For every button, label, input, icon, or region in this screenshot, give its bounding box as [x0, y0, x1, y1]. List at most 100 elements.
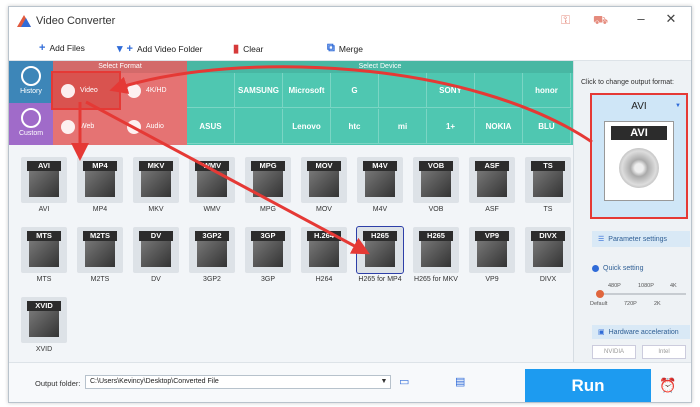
- quality-slider-knob[interactable]: [596, 290, 604, 298]
- format-thumbnail: DV: [133, 227, 179, 273]
- output-format-hint: Click to change output format:: [581, 79, 674, 86]
- hardware-acceleration-button[interactable]: ▣ Hardware acceleration: [592, 325, 690, 339]
- output-folder-path: C:\Users\Kevincy\Desktop\Converted File: [90, 378, 219, 385]
- web-format-tab[interactable]: Web: [53, 109, 119, 144]
- speaker-icon: [127, 119, 141, 134]
- device-brand-logo-9[interactable]: [235, 109, 283, 144]
- device-panel-title: Select Device: [187, 61, 573, 73]
- browse-folder-icon[interactable]: ▭: [399, 375, 409, 388]
- device-brand-logo-6[interactable]: [475, 73, 523, 108]
- device-brand-mi[interactable]: mi: [379, 109, 427, 144]
- format-label: AVI: [38, 206, 50, 213]
- format-label: 3GP: [260, 276, 275, 283]
- format-label: M2TS: [90, 276, 110, 283]
- device-brand-g[interactable]: G: [331, 73, 379, 108]
- format-item-mpg[interactable]: MPG MPG: [241, 155, 295, 219]
- device-brand-sony[interactable]: SONY: [427, 73, 475, 108]
- format-panel-title: Select Format: [53, 61, 187, 73]
- format-item-avi[interactable]: AVI AVI: [17, 155, 71, 219]
- chip-icon: ▣: [598, 329, 605, 336]
- format-badge: M2TS: [83, 231, 117, 241]
- open-folder-icon[interactable]: ▤: [455, 375, 465, 388]
- format-item-vob[interactable]: VOB VOB: [409, 155, 463, 219]
- format-item-h264[interactable]: H.264 H264: [297, 225, 351, 289]
- format-item-m2ts[interactable]: M2TS M2TS: [73, 225, 127, 289]
- device-brand-nokia[interactable]: NOKIA: [475, 109, 523, 144]
- audio-format-tab[interactable]: Audio: [119, 109, 185, 144]
- clear-button[interactable]: ▮ Clear: [233, 42, 263, 55]
- format-item-3gp2[interactable]: 3GP2 3GP2: [185, 225, 239, 289]
- device-brand-1-[interactable]: 1+: [427, 109, 475, 144]
- device-brand-logo-0[interactable]: [187, 73, 235, 108]
- close-button[interactable]: ✕: [661, 11, 681, 27]
- format-thumbnail: AVI: [21, 157, 67, 203]
- device-brand-honor[interactable]: honor: [523, 73, 571, 108]
- format-thumbnail: M2TS: [77, 227, 123, 273]
- format-item-mts[interactable]: MTS MTS: [17, 225, 71, 289]
- history-button[interactable]: History: [9, 61, 53, 103]
- add-files-button[interactable]: + Add Files: [39, 42, 85, 54]
- format-icon: [85, 241, 115, 267]
- format-item-xvid[interactable]: XVID XVID: [17, 295, 71, 359]
- format-thumbnail: DIVX: [525, 227, 571, 273]
- output-format-selector[interactable]: AVI ▼ AVI: [590, 93, 688, 219]
- format-badge: MOV: [307, 161, 341, 171]
- format-icon: [197, 241, 227, 267]
- format-thumbnail: MKV: [133, 157, 179, 203]
- quick-setting-label: Quick setting: [592, 265, 643, 272]
- format-badge: MTS: [27, 231, 61, 241]
- format-item-divx[interactable]: DIVX DIVX: [521, 225, 575, 289]
- quick-setting-icon: [592, 265, 599, 272]
- device-brand-lenovo[interactable]: Lenovo: [283, 109, 331, 144]
- key-icon[interactable]: ⚿: [561, 13, 570, 28]
- format-label: MKV: [148, 206, 164, 213]
- format-item-asf[interactable]: ASF ASF: [465, 155, 519, 219]
- format-item-3gp[interactable]: 3GP 3GP: [241, 225, 295, 289]
- quality-1080p: 1080P: [638, 283, 654, 289]
- output-folder-field[interactable]: C:\Users\Kevincy\Desktop\Converted File …: [85, 375, 391, 389]
- format-badge: DIVX: [531, 231, 565, 241]
- gear-icon: [21, 108, 41, 128]
- format-icon: [253, 171, 283, 197]
- chrome-icon: [61, 119, 75, 134]
- format-item-wmv[interactable]: WMV WMV: [185, 155, 239, 219]
- format-item-h265-for-mkv[interactable]: H265 H265 for MKV: [409, 225, 463, 289]
- format-icon: [477, 241, 507, 267]
- chevron-down-icon[interactable]: ▼: [378, 376, 390, 388]
- merge-button[interactable]: ⧉ Merge: [327, 42, 363, 55]
- 4k-hd-format-tab[interactable]: 4K/HD: [119, 73, 185, 108]
- device-brand-asus[interactable]: ASUS: [187, 109, 235, 144]
- alarm-clock-icon[interactable]: ⏰: [659, 377, 676, 394]
- format-item-h265-for-mp4[interactable]: H265 H265 for MP4: [353, 225, 407, 289]
- format-item-mov[interactable]: MOV MOV: [297, 155, 351, 219]
- quality-slider[interactable]: [596, 290, 686, 298]
- format-item-ts[interactable]: TS TS: [521, 155, 575, 219]
- format-item-m4v[interactable]: M4V M4V: [353, 155, 407, 219]
- run-button[interactable]: Run: [525, 369, 651, 402]
- parameter-settings-button[interactable]: ☰ Parameter settings: [592, 231, 690, 247]
- intel-toggle[interactable]: Intel: [642, 345, 686, 359]
- nvidia-toggle[interactable]: NVIDIA: [592, 345, 636, 359]
- format-item-mp4[interactable]: MP4 MP4: [73, 155, 127, 219]
- dropdown-arrow-icon: ▼: [675, 103, 681, 109]
- format-icon: [85, 171, 115, 197]
- format-thumbnail: VOB: [413, 157, 459, 203]
- device-brand-logo-4[interactable]: [379, 73, 427, 108]
- format-item-dv[interactable]: DV DV: [129, 225, 183, 289]
- clear-label: Clear: [243, 43, 264, 54]
- cart-icon[interactable]: ⛟: [593, 13, 608, 29]
- minimize-button[interactable]: –: [631, 11, 651, 26]
- format-label: XVID: [35, 346, 53, 353]
- device-brand-samsung[interactable]: SAMSUNG: [235, 73, 283, 108]
- format-item-mkv[interactable]: MKV MKV: [129, 155, 183, 219]
- custom-button[interactable]: Custom: [9, 103, 53, 145]
- device-brand-htc[interactable]: htc: [331, 109, 379, 144]
- device-brand-microsoft[interactable]: Microsoft: [283, 73, 331, 108]
- format-item-vp9[interactable]: VP9 VP9: [465, 225, 519, 289]
- add-video-folder-button[interactable]: ▾ + Add Video Folder: [117, 42, 203, 56]
- video-format-tab[interactable]: Video: [51, 71, 121, 110]
- format-label: H265 for MP4: [358, 276, 402, 283]
- device-brand-blu[interactable]: BLU: [523, 109, 571, 144]
- format-label: DV: [151, 276, 161, 283]
- quality-4k: 4K: [670, 283, 677, 289]
